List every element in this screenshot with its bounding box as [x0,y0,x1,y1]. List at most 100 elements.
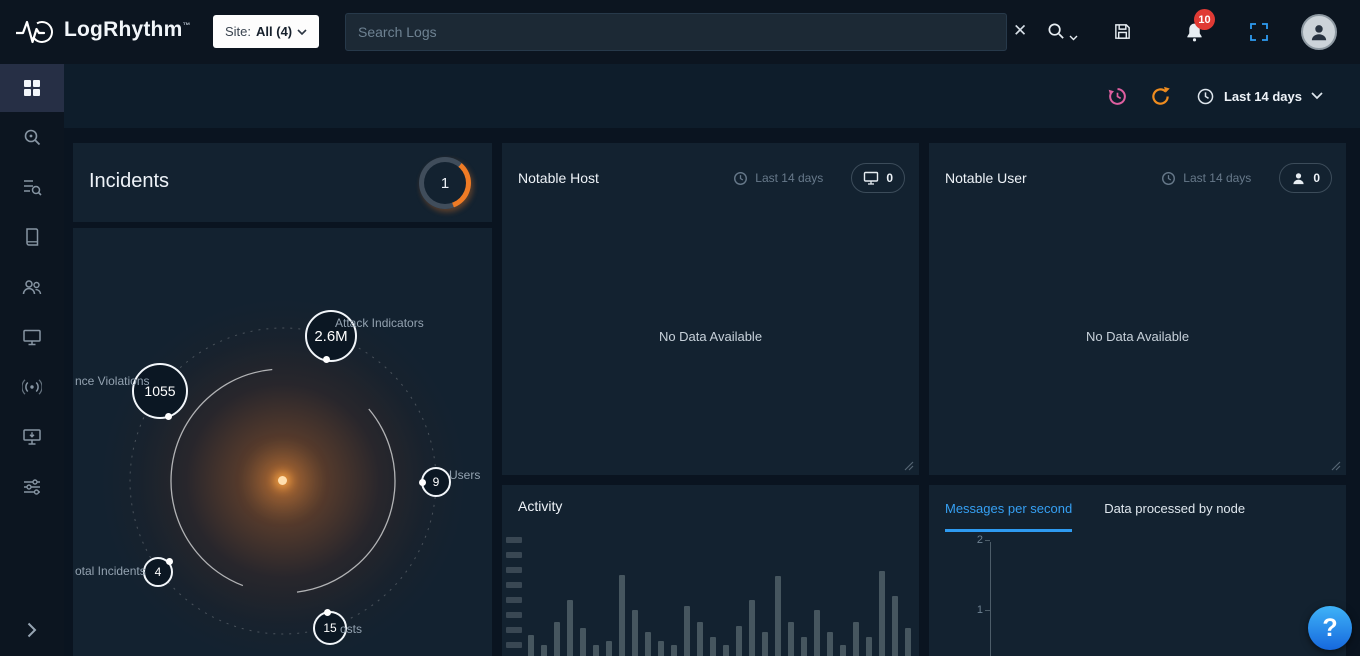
activity-bar [528,635,534,656]
axis-placeholder-bar [506,612,522,618]
sidebar-item-dashboards[interactable] [0,64,64,112]
orbit-marker-dot [324,609,331,616]
orbital-node-users[interactable]: 9 [421,467,451,497]
sidebar-item-deployment-monitor[interactable] [0,412,64,462]
left-nav-sidebar [0,64,64,656]
time-range-value: Last 14 days [1224,89,1302,104]
activity-bar [645,632,651,656]
activity-bar [567,600,573,656]
notable-host-header: Notable Host Last 14 days 0 [502,143,919,193]
refresh-icon[interactable] [1150,86,1171,107]
fullscreen-icon[interactable] [1250,23,1268,41]
dashboard-toolbar: Last 14 days [64,64,1360,128]
activity-bar [671,645,677,656]
activity-bar [593,645,599,656]
activity-bar [632,610,638,656]
chevron-down-icon [1311,92,1323,100]
settings-sliders-icon [22,477,42,497]
no-data-message: No Data Available [502,329,919,344]
sidebar-item-cases[interactable] [0,212,64,262]
orbital-node-compliance-violations[interactable]: 1055 [132,363,188,419]
activity-title: Activity [518,498,562,514]
cases-book-icon [22,227,42,247]
y-axis-tick-label: 1 [971,604,983,616]
help-button[interactable]: ? [1308,606,1352,650]
chevron-down-icon [297,29,307,35]
orbit-marker-dot [323,356,330,363]
sidebar-item-hosts[interactable] [0,312,64,362]
sidebar-item-settings[interactable] [0,462,64,512]
time-range-selector[interactable]: Last 14 days [1196,87,1323,106]
search-list-icon [22,177,42,197]
notable-user-time-range: Last 14 days [1161,171,1251,186]
notable-host-title: Notable Host [518,170,733,186]
activity-bar [541,645,547,656]
axis-placeholder-bar [506,582,522,588]
activity-bar [762,632,768,656]
clear-search-icon[interactable]: ✕ [1013,21,1027,41]
notable-user-count-pill[interactable]: 0 [1279,163,1332,193]
y-axis-tick-mark [985,540,990,541]
notification-count-badge: 10 [1194,9,1215,30]
orbit-marker-dot [166,558,173,565]
y-axis-tick-label: 2 [971,534,983,546]
orbit-marker-dot [419,479,426,486]
top-bar: LogRhythm™ Site: All (4) ✕ 10 [0,0,1360,64]
tab-data-processed-by-node[interactable]: Data processed by node [1104,501,1245,532]
tab-messages-per-second[interactable]: Messages per second [945,501,1072,532]
user-avatar[interactable] [1301,14,1337,50]
activity-bar [866,637,872,656]
sidebar-item-people[interactable] [0,262,64,312]
activity-bar [723,645,729,656]
activity-bar [840,645,846,656]
activity-bar [619,575,625,656]
search-bar[interactable] [345,13,1007,51]
node-label-hosts: osts [340,622,362,636]
no-data-message: No Data Available [929,329,1346,344]
incidents-widget-header: Incidents 1 [73,143,492,222]
sidebar-item-searches[interactable] [0,162,64,212]
person-icon [1291,171,1306,186]
orbital-node-total-incidents[interactable]: 4 [143,557,173,587]
dashboard-grid-icon [22,78,42,98]
search-input[interactable] [358,24,994,40]
help-question-mark: ? [1322,614,1337,643]
activity-bar [710,637,716,656]
node-label-total-incidents: otal Incidents [75,564,146,578]
sidebar-expand-button[interactable] [0,614,64,646]
search-icon [1047,22,1066,41]
axis-placeholder-bar [506,642,522,648]
activity-bar-chart [528,536,911,656]
node-value: 2.6M [314,328,347,345]
history-restore-icon[interactable] [1107,86,1128,107]
site-label: Site: [225,24,251,39]
resize-handle[interactable] [904,461,914,471]
host-count: 0 [886,171,893,185]
analyze-search-icon [22,127,42,147]
brand-title: LogRhythm™ [64,18,191,42]
activity-bar [879,571,885,656]
activity-bar [814,610,820,656]
activity-bar [892,596,898,656]
resize-handle[interactable] [1331,461,1341,471]
notable-host-widget: Notable Host Last 14 days 0 No Data Avai… [502,143,919,475]
trademark: ™ [182,21,190,30]
activity-bar [580,628,586,656]
node-value: 9 [433,475,440,489]
activity-bar [684,606,690,656]
save-search-icon[interactable] [1113,22,1132,41]
sidebar-item-network-monitor[interactable] [0,362,64,412]
notable-user-header: Notable User Last 14 days 0 [929,143,1346,193]
activity-bar [736,626,742,656]
search-submit-button[interactable] [1047,22,1078,41]
notable-user-title: Notable User [945,170,1161,186]
site-value: All (4) [256,24,292,39]
activity-bar [853,622,859,656]
sidebar-item-analyze[interactable] [0,112,64,162]
logrhythm-logo-icon [16,15,60,49]
node-label-users: Users [449,468,480,482]
notable-host-count-pill[interactable]: 0 [851,163,905,193]
activity-bar [775,576,781,656]
orbit-rings [73,228,492,656]
site-selector[interactable]: Site: All (4) [213,15,319,48]
